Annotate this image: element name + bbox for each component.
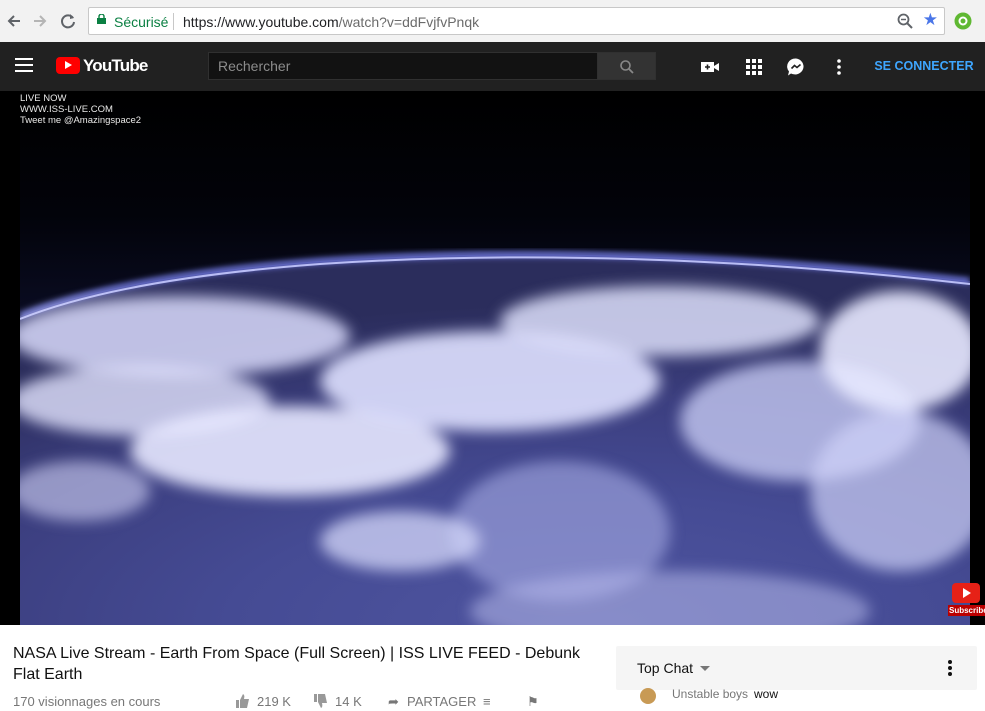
share-label: PARTAGER xyxy=(407,694,477,709)
chat-mode-dropdown[interactable]: Top Chat xyxy=(637,660,693,676)
chat-text: wow xyxy=(754,687,779,701)
overlay-line: Tweet me @Amazingspace2 xyxy=(20,115,142,126)
bookmark-star-icon[interactable]: ★ xyxy=(923,10,938,30)
forward-arrow-icon[interactable] xyxy=(29,10,51,32)
dislike-count: 14 K xyxy=(335,694,362,709)
back-arrow-icon[interactable] xyxy=(3,10,25,32)
share-icon: ➦ xyxy=(388,694,399,709)
subscribe-play-icon xyxy=(952,583,980,603)
upload-video-icon[interactable] xyxy=(700,57,720,77)
address-bar[interactable]: Sécurisé https://www.youtube.com/watch?v… xyxy=(88,7,945,35)
youtube-masthead: YouTube SE CONNECTER xyxy=(0,42,985,91)
browser-toolbar: Sécurisé https://www.youtube.com/watch?v… xyxy=(0,0,985,43)
lock-icon xyxy=(97,14,106,24)
search-input[interactable] xyxy=(209,53,597,79)
overlay-line: LIVE NOW xyxy=(20,93,67,104)
earth-horizon-image xyxy=(20,91,970,625)
youtube-play-icon xyxy=(56,57,80,74)
url-text[interactable]: https://www.youtube.com/watch?v=ddFvjfvP… xyxy=(183,14,479,30)
like-button[interactable] xyxy=(235,694,250,711)
more-vert-icon[interactable] xyxy=(829,57,849,77)
report-flag-icon[interactable]: ⚑ xyxy=(527,694,539,710)
thumbs-up-icon xyxy=(236,694,249,708)
video-overlay-text: LIVE NOW WWW.ISS-LIVE.COM Tweet me @Amaz… xyxy=(20,93,141,126)
search-icon xyxy=(620,60,634,74)
video-stats-row: 170 visionnages en cours 219 K 14 K ➦ PA… xyxy=(13,694,613,711)
chat-message: Unstable boys wow xyxy=(640,687,970,705)
add-to-playlist-icon[interactable]: ≡ xyxy=(483,694,491,709)
apps-grid-icon[interactable] xyxy=(744,57,764,77)
search-box xyxy=(208,52,598,80)
video-title: NASA Live Stream - Earth From Space (Ful… xyxy=(13,645,581,683)
chat-more-vert-icon[interactable] xyxy=(946,659,954,677)
live-chat-header: Top Chat xyxy=(616,646,977,690)
url-host: https://www.youtube.com xyxy=(183,14,339,30)
omnibox-divider xyxy=(173,13,174,30)
messages-icon[interactable] xyxy=(786,57,806,77)
secure-label: Sécurisé xyxy=(114,14,169,30)
like-count: 219 K xyxy=(257,694,291,709)
youtube-wordmark: YouTube xyxy=(83,56,148,75)
sign-in-button[interactable]: SE CONNECTER xyxy=(870,52,978,80)
reload-icon[interactable] xyxy=(57,10,79,32)
extension-icon[interactable] xyxy=(953,11,973,31)
video-frame-earth[interactable] xyxy=(20,91,970,625)
search-button[interactable] xyxy=(597,52,656,80)
subscribe-watermark-button[interactable]: Subscribe xyxy=(948,583,985,623)
subscribe-label: Subscribe xyxy=(948,605,985,616)
chevron-down-icon[interactable] xyxy=(700,666,710,671)
dislike-button[interactable] xyxy=(313,694,328,711)
overlay-line: WWW.ISS-LIVE.COM xyxy=(20,104,113,115)
viewer-count: 170 visionnages en cours xyxy=(13,694,161,709)
url-path: /watch?v=ddFvjfvPnqk xyxy=(338,14,480,30)
thumbs-down-icon xyxy=(314,694,327,708)
zoom-icon[interactable] xyxy=(896,12,914,30)
menu-icon[interactable] xyxy=(15,58,33,72)
chat-author[interactable]: Unstable boys xyxy=(672,687,748,701)
video-player[interactable]: LIVE NOW WWW.ISS-LIVE.COM Tweet me @Amaz… xyxy=(0,91,985,625)
avatar xyxy=(640,688,656,704)
